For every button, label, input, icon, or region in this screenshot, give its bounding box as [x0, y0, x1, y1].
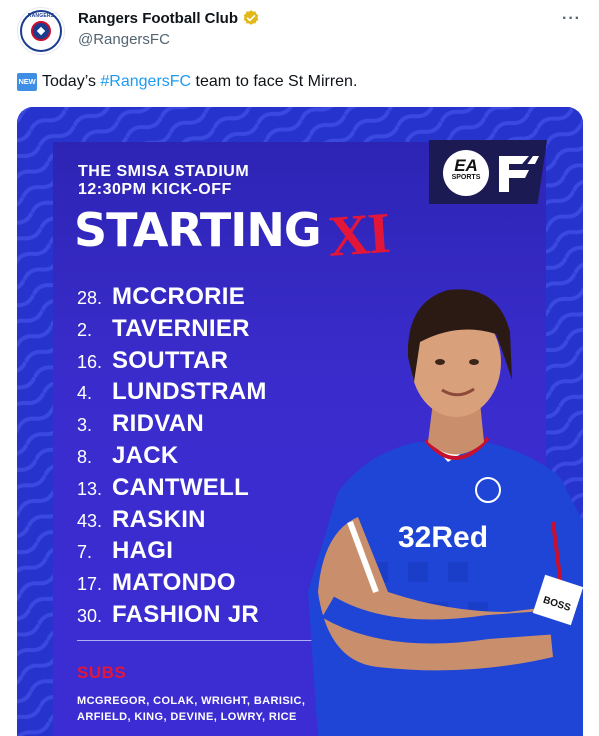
avatar[interactable]: RANGERS [17, 7, 65, 55]
author-row: Rangers Football Club [78, 9, 260, 27]
player-name: MCCRORIE [112, 283, 246, 310]
player-number: 3. [77, 415, 93, 436]
player-row: 17. MATONDO [77, 569, 267, 601]
player-row: 4. LUNDSTRAM [77, 378, 267, 410]
ea-logo-text: EA [454, 156, 478, 175]
subs-title: SUBS [77, 663, 127, 682]
tweet-media-image[interactable]: EA SPORTS THE SMISA STADIUM 12:30PM KICK… [17, 107, 583, 736]
player-name: FASHION JR [112, 600, 260, 628]
player-number: 7. [77, 542, 93, 563]
starting-lineup-list: 28. MCCRORIE 2. TAVERNIER 16. SOUTTAR 4. LUN… [77, 283, 267, 633]
display-name[interactable]: Rangers Football Club [78, 10, 238, 27]
player-number: 16. [77, 351, 103, 372]
shirt-sponsor-text: 32Red [398, 521, 488, 554]
player-photo: 32Red BOSS [308, 289, 583, 736]
player-number: 8. [77, 446, 93, 467]
player-row: 3. RIDVAN [77, 410, 267, 442]
starting-title: STARTING [74, 203, 322, 257]
new-emoji-icon: NEW [17, 73, 37, 91]
rangers-crest-icon: RANGERS [20, 10, 62, 52]
fc-logo-icon [499, 156, 539, 192]
subs-line-2: ARFIELD, KING, DEVINE, LOWRY, RICE [77, 711, 297, 723]
player-name: TAVERNIER [112, 314, 250, 342]
player-row: 8. JACK [77, 442, 267, 474]
player-name: MATONDO [112, 569, 236, 597]
tweet: RANGERS Rangers Football Club @RangersFC… [0, 0, 599, 736]
player-row: 30. FASHION JR [77, 601, 267, 633]
player-number: 28. [77, 288, 103, 308]
hashtag-link[interactable]: #RangersFC [100, 73, 191, 91]
player-number: 43. [77, 510, 103, 531]
player-row: 13. CANTWELL [77, 474, 267, 506]
more-options-icon[interactable]: ··· [562, 10, 581, 28]
stadium-name: THE SMISA STADIUM [78, 163, 250, 180]
player-name: HAGI [112, 537, 174, 565]
ea-sports-text: SPORTS [451, 174, 481, 181]
verified-badge-icon [243, 10, 259, 25]
player-row: 28. MCCRORIE [77, 283, 267, 315]
player-number: 2. [77, 319, 93, 340]
player-number: 13. [77, 478, 103, 499]
player-number: 30. [77, 605, 103, 626]
kickoff-time: 12:30PM KICK-OFF [78, 181, 232, 198]
player-row: 16. SOUTTAR [77, 347, 267, 379]
handle[interactable]: @RangersFC [78, 31, 170, 48]
player-name: SOUTTAR [112, 346, 229, 374]
avatar-crest-text: RANGERS [27, 13, 55, 19]
player-row: 7. HAGI [77, 537, 267, 569]
ea-sports-logo: EA SPORTS [443, 150, 489, 196]
player-row: 43. RASKIN [77, 506, 267, 538]
xi-title: XI [325, 199, 391, 270]
player-name: CANTWELL [112, 473, 250, 501]
subs-line-1: MCGREGOR, COLAK, WRIGHT, BARISIC, [77, 695, 306, 707]
player-row: 2. TAVERNIER [77, 315, 267, 347]
tweet-text-after: team to face St Mirren. [191, 73, 358, 90]
player-name: JACK [112, 441, 179, 469]
player-number: 17. [77, 574, 103, 595]
player-number: 4. [77, 383, 93, 404]
player-name: RASKIN [112, 505, 206, 533]
player-name: LUNDSTRAM [112, 378, 267, 406]
tweet-text: NEW Today’s #RangersFC team to face St M… [17, 73, 357, 91]
player-name: RIDVAN [112, 410, 205, 438]
tweet-text-before: Today’s [42, 73, 101, 90]
